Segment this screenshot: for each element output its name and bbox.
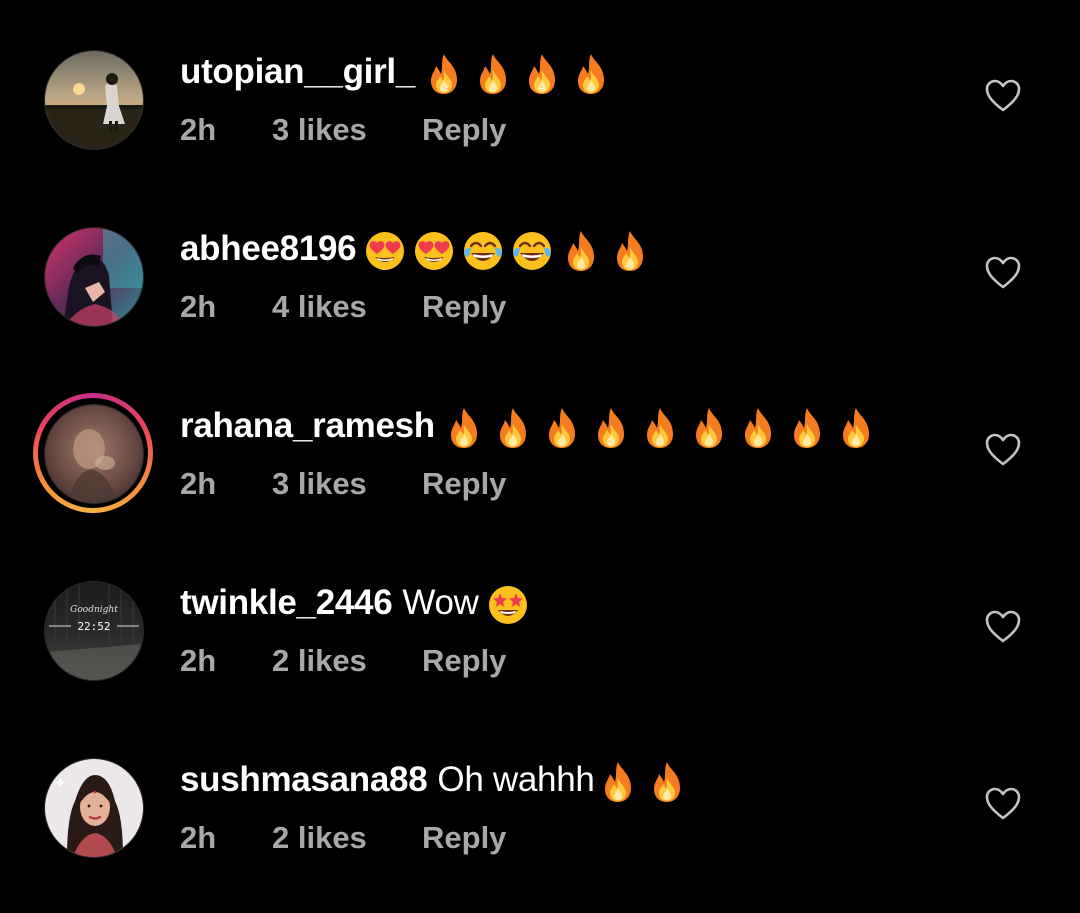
likes-count[interactable]: 3 likes — [272, 464, 367, 504]
emoji-run — [487, 583, 536, 627]
avatar[interactable]: Goodnight 22:52 — [44, 581, 144, 681]
likes-count[interactable]: 4 likes — [272, 287, 367, 327]
fire-emoji-icon — [443, 406, 485, 450]
avatar[interactable] — [44, 50, 144, 150]
comment-item: Goodnight 22:52 twinkle_2446 Wow 2h 2 lik… — [0, 581, 1080, 721]
avatar-clock: 22:52 — [77, 620, 110, 633]
avatar-image[interactable] — [44, 758, 144, 858]
fire-emoji-icon — [639, 406, 681, 450]
heart-outline-icon[interactable] — [985, 256, 1021, 290]
comment-timestamp: 2h — [180, 112, 217, 147]
comment-timestamp: 2h — [180, 820, 217, 855]
avatar-selfie-image — [45, 759, 143, 857]
star-struck-emoji-icon — [487, 583, 529, 627]
comment-line: rahana_ramesh — [180, 404, 884, 448]
heart-outline-icon[interactable] — [985, 433, 1021, 467]
username[interactable]: twinkle_2446 — [180, 583, 393, 622]
fire-emoji-icon — [597, 760, 639, 804]
fire-emoji-icon — [560, 229, 602, 273]
likes-count[interactable]: 2 likes — [272, 818, 367, 858]
fire-emoji-icon — [688, 406, 730, 450]
avatar-sunset-image — [45, 51, 143, 149]
fire-emoji-icon — [646, 760, 688, 804]
emoji-run — [443, 406, 884, 450]
avatar-image[interactable] — [44, 404, 144, 504]
avatar[interactable] — [44, 758, 144, 858]
fire-emoji-icon — [590, 406, 632, 450]
likes-count[interactable]: 3 likes — [272, 110, 367, 150]
likes-count[interactable]: 2 likes — [272, 641, 367, 681]
fire-emoji-icon — [521, 52, 563, 96]
comment-text: Oh wahhh — [437, 760, 595, 799]
heart-outline-icon[interactable] — [985, 787, 1021, 821]
comment-item: utopian__girl_ 2h 3 likes Reply — [0, 50, 1080, 190]
comment-line: twinkle_2446 Wow — [180, 581, 536, 625]
avatar-goodnight-image: Goodnight 22:52 — [45, 582, 143, 680]
avatar-blurred-portrait-image — [45, 405, 143, 503]
heart-eyes-emoji-icon — [364, 229, 406, 273]
avatar-image[interactable]: Goodnight 22:52 — [44, 581, 144, 681]
comment-timestamp: 2h — [180, 466, 217, 501]
username[interactable]: utopian__girl_ — [180, 52, 415, 91]
reply-button[interactable]: Reply — [422, 818, 506, 858]
avatar-caption: Goodnight — [70, 605, 118, 615]
avatar[interactable] — [33, 393, 153, 513]
heart-outline-icon[interactable] — [985, 79, 1021, 113]
comment-line: abhee8196 — [180, 227, 658, 271]
fire-emoji-icon — [737, 406, 779, 450]
fire-emoji-icon — [609, 229, 651, 273]
heart-outline-icon[interactable] — [985, 610, 1021, 644]
username[interactable]: sushmasana88 — [180, 760, 428, 799]
comment-item: sushmasana88 Oh wahhh 2h 2 likes Reply — [0, 758, 1080, 898]
heart-eyes-emoji-icon — [413, 229, 455, 273]
comment-line: sushmasana88 Oh wahhh — [180, 758, 695, 802]
fire-emoji-icon — [541, 406, 583, 450]
comment-item: abhee8196 2h 4 likes Reply — [0, 227, 1080, 367]
joy-emoji-icon — [462, 229, 504, 273]
emoji-run — [597, 760, 695, 804]
avatar[interactable] — [44, 227, 144, 327]
fire-emoji-icon — [492, 406, 534, 450]
emoji-run — [423, 52, 619, 96]
comment-line: utopian__girl_ — [180, 50, 619, 94]
avatar-image[interactable] — [44, 227, 144, 327]
username[interactable]: abhee8196 — [180, 229, 357, 268]
reply-button[interactable]: Reply — [422, 464, 506, 504]
fire-emoji-icon — [835, 406, 877, 450]
reply-button[interactable]: Reply — [422, 641, 506, 681]
reply-button[interactable]: Reply — [422, 110, 506, 150]
comment-timestamp: 2h — [180, 643, 217, 678]
emoji-run — [364, 229, 658, 273]
comment-item: rahana_ramesh 2h 3 likes Reply — [0, 393, 1080, 544]
fire-emoji-icon — [570, 52, 612, 96]
fire-emoji-icon — [423, 52, 465, 96]
avatar-image[interactable] — [44, 50, 144, 150]
avatar-neon-portrait-image — [45, 228, 143, 326]
comment-text: Wow — [402, 583, 479, 622]
username[interactable]: rahana_ramesh — [180, 406, 435, 445]
fire-emoji-icon — [786, 406, 828, 450]
joy-emoji-icon — [511, 229, 553, 273]
reply-button[interactable]: Reply — [422, 287, 506, 327]
fire-emoji-icon — [472, 52, 514, 96]
comment-timestamp: 2h — [180, 289, 217, 324]
